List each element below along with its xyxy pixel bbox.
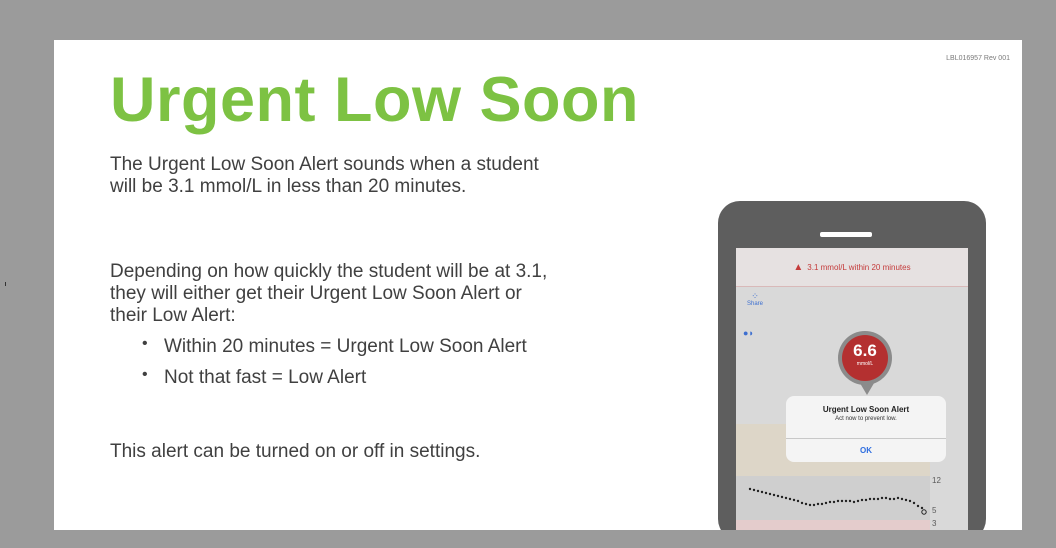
- ok-button[interactable]: OK: [786, 439, 946, 462]
- bullet-dot-icon: •: [142, 366, 148, 384]
- dialog-message: Act now to prevent low.: [835, 416, 897, 422]
- phone-speaker: [820, 232, 872, 237]
- presentation-slide: LBL016957 Rev 001 Urgent Low Soon The Ur…: [54, 40, 1022, 530]
- glucose-reading: 6.6 mmol/L: [842, 335, 888, 381]
- graph-axis-label: 5: [932, 506, 937, 515]
- alert-bullet-list: • Within 20 minutes = Urgent Low Soon Al…: [142, 335, 562, 398]
- alert-banner-text: 3.1 mmol/L within 20 minutes: [807, 262, 911, 272]
- settings-note: This alert can be turned on or off in se…: [110, 441, 481, 462]
- graph-axis-label: 3: [932, 519, 937, 528]
- share-icon: ⁘: [751, 291, 759, 301]
- intro-paragraph: The Urgent Low Soon Alert sounds when a …: [110, 154, 539, 198]
- dialog-title: Urgent Low Soon Alert: [822, 405, 910, 414]
- bullet-item: • Not that fast = Low Alert: [142, 366, 562, 389]
- phone-mockup: ▲ 3.1 mmol/L within 20 minutes ⁘ Share ●…: [718, 201, 986, 530]
- alert-banner[interactable]: ▲ 3.1 mmol/L within 20 minutes: [736, 248, 968, 287]
- glucose-unit: mmol/L: [856, 361, 874, 367]
- document-id: LBL016957 Rev 001: [946, 55, 1010, 62]
- explanation-paragraph: Depending on how quickly the student wil…: [110, 261, 548, 327]
- bullet-dot-icon: •: [142, 335, 148, 352]
- slide-title: Urgent Low Soon: [110, 65, 639, 135]
- graph-axis-label: 12: [932, 476, 941, 485]
- left-edge-mark: [5, 282, 6, 286]
- warning-triangle-icon: ▲: [793, 261, 804, 273]
- glucose-value: 6.6: [853, 341, 877, 360]
- bullet-text: Within 20 minutes = Urgent Low Soon Aler…: [164, 336, 527, 357]
- alert-dialog: Urgent Low Soon Alert Act now to prevent…: [786, 396, 946, 462]
- bullet-text: Not that fast = Low Alert: [164, 367, 367, 389]
- bullet-item: • Within 20 minutes = Urgent Low Soon Al…: [142, 335, 562, 358]
- share-button[interactable]: ⁘ Share: [740, 291, 770, 308]
- share-label: Share: [746, 301, 763, 307]
- phone-screen: ▲ 3.1 mmol/L within 20 minutes ⁘ Share ●…: [736, 248, 968, 530]
- transmitter-icon[interactable]: ●◗: [743, 328, 754, 338]
